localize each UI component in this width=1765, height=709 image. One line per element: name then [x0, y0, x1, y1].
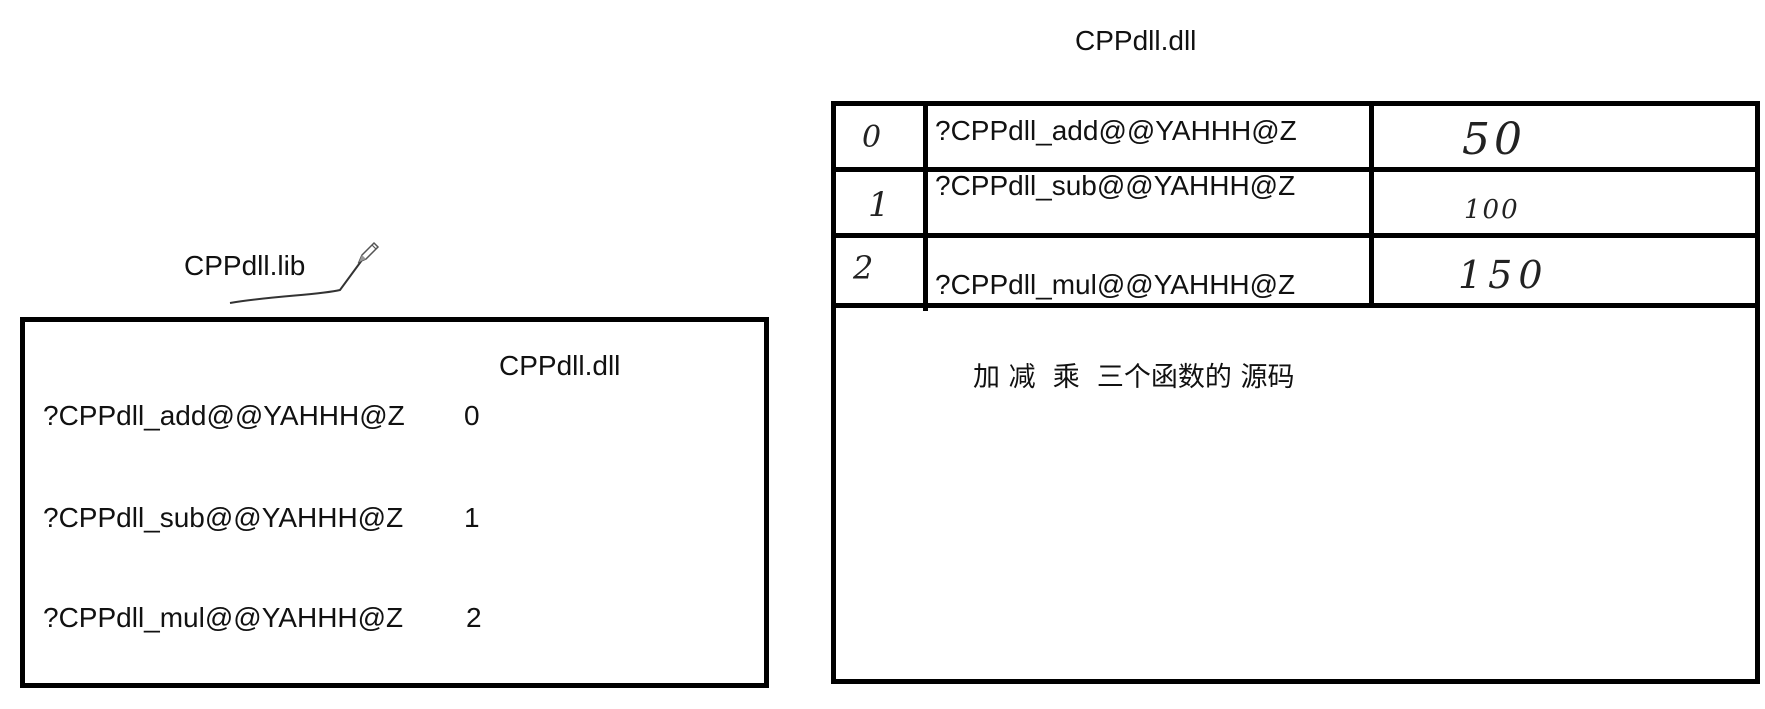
table-cell-symbol: ?CPPdll_add@@YAHHH@Z: [935, 115, 1297, 146]
table-cell-index: 1: [868, 185, 890, 225]
table-cell-address: 50: [1462, 114, 1526, 165]
table-row-divider: [831, 233, 1760, 238]
table-column-divider: [923, 101, 928, 311]
lib-export-symbol: ?CPPdll_sub@@YAHHH@Z: [43, 502, 404, 533]
pencil-icon: [355, 240, 381, 271]
table-cell-symbol: ?CPPdll_mul@@YAHHH@Z: [935, 269, 1296, 300]
lib-export-symbol: ?CPPdll_mul@@YAHHH@Z: [43, 602, 404, 633]
table-cell-address: 100: [1464, 195, 1520, 225]
table-cell-index: 2: [853, 249, 874, 287]
lib-export-ordinal: 2: [466, 602, 482, 633]
source-code-note: 加 减 乘 三个函数的 源码: [973, 362, 1295, 393]
lib-export-ordinal: 0: [464, 400, 480, 431]
table-column-divider: [1369, 101, 1374, 308]
table-cell-symbol: ?CPPdll_sub@@YAHHH@Z: [935, 170, 1296, 201]
dll-title: CPPdll.dll: [1075, 25, 1197, 56]
table-cell-address: 150: [1458, 253, 1549, 297]
table-bottom-divider: [831, 303, 1760, 308]
lib-inner-title: CPPdll.dll: [499, 350, 621, 381]
lib-export-ordinal: 1: [464, 502, 480, 533]
table-cell-index: 0: [862, 120, 882, 155]
lib-export-symbol: ?CPPdll_add@@YAHHH@Z: [43, 400, 405, 431]
